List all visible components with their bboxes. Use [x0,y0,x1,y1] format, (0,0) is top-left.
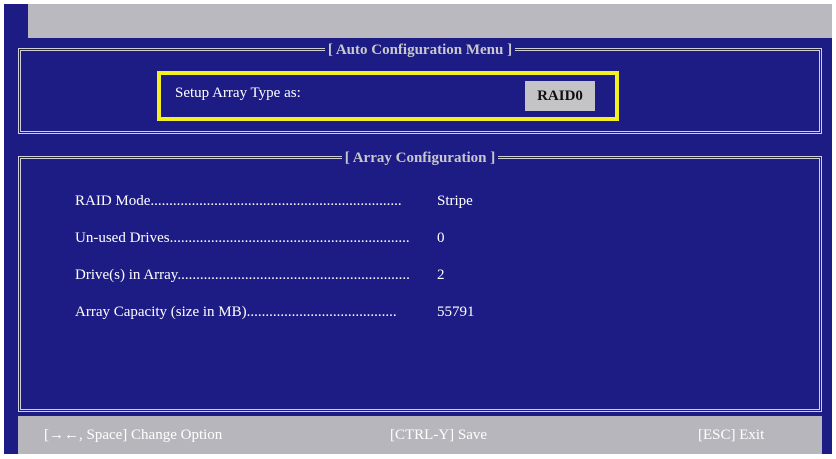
top-bar [28,4,832,38]
config-label: Array Capacity (size in MB).............… [75,304,397,320]
array-type-value[interactable]: RAID0 [525,81,595,111]
config-row-unused-drives: Un-used Drives..........................… [75,228,775,248]
config-label: Un-used Drives..........................… [75,230,410,246]
config-value: 55791 [437,304,475,320]
config-label: RAID Mode...............................… [75,193,402,209]
config-value: Stripe [437,193,473,209]
config-value: 2 [437,267,445,283]
config-value: 0 [437,230,445,246]
bios-screen: [ Auto Configuration Menu ] Setup Array … [4,4,832,454]
auto-configuration-panel: [ Auto Configuration Menu ] Setup Array … [18,42,822,134]
key-help-bar: [→←, Space] Change Option [CTRL-Y] Save … [18,416,822,454]
config-label: Drive(s) in Array.......................… [75,267,410,283]
config-row-drives-in-array: Drive(s) in Array.......................… [75,265,775,285]
config-row-raid-mode: RAID Mode...............................… [75,191,775,211]
exit-hint: [ESC] Exit [698,427,765,443]
auto-configuration-title: [ Auto Configuration Menu ] [324,42,516,58]
array-configuration-title: [ Array Configuration ] [341,150,499,166]
config-row-array-capacity: Array Capacity (size in MB).............… [75,302,775,322]
save-hint: [CTRL-Y] Save [390,427,488,443]
array-configuration-panel: [ Array Configuration ] RAID Mode.......… [18,150,822,412]
array-type-selector[interactable]: Setup Array Type as: RAID0 [157,71,619,121]
setup-array-type-label: Setup Array Type as: [175,85,301,101]
change-option-hint: [→←, Space] Change Option [44,427,223,443]
